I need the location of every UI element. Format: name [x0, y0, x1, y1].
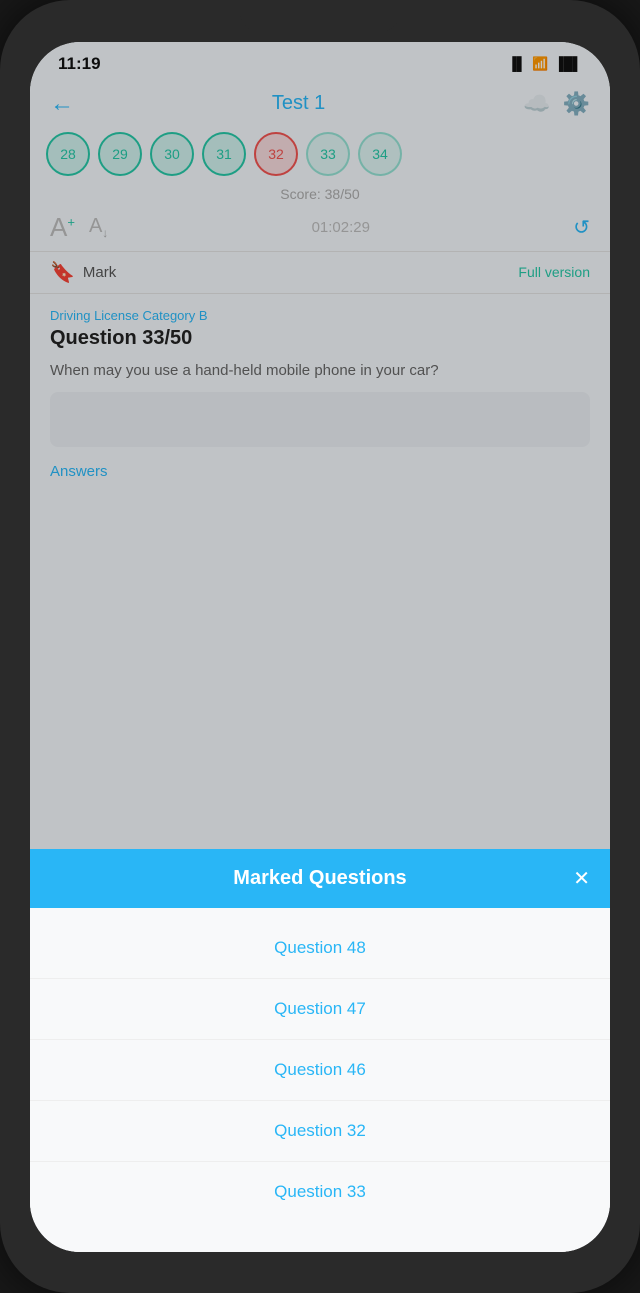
modal-overlay: Marked Questions ✕ Question 48 Question … [30, 42, 610, 1252]
modal-body: Question 48 Question 47 Question 46 Ques… [30, 908, 610, 1252]
marked-question-link-2[interactable]: Question 47 [274, 999, 366, 1018]
phone-shell: 11:19 ▐▌ 📶 ▐█▌ ← Test 1 ☁️ ⚙️ 28 29 [0, 0, 640, 1293]
modal-sheet: Marked Questions ✕ Question 48 Question … [30, 849, 610, 1252]
marked-question-item-4[interactable]: Question 32 [30, 1101, 610, 1162]
notch [240, 0, 400, 32]
modal-close-button[interactable]: ✕ [573, 866, 590, 891]
marked-question-link-5[interactable]: Question 33 [274, 1182, 366, 1201]
marked-question-item-2[interactable]: Question 47 [30, 979, 610, 1040]
phone-screen: 11:19 ▐▌ 📶 ▐█▌ ← Test 1 ☁️ ⚙️ 28 29 [30, 42, 610, 1252]
marked-question-link-1[interactable]: Question 48 [274, 938, 366, 957]
marked-question-link-3[interactable]: Question 46 [274, 1060, 366, 1079]
marked-question-item-1[interactable]: Question 48 [30, 918, 610, 979]
modal-title: Marked Questions [233, 867, 406, 890]
marked-question-item-5[interactable]: Question 33 [30, 1162, 610, 1222]
marked-question-link-4[interactable]: Question 32 [274, 1121, 366, 1140]
marked-question-item-3[interactable]: Question 46 [30, 1040, 610, 1101]
modal-header: Marked Questions ✕ [30, 849, 610, 908]
